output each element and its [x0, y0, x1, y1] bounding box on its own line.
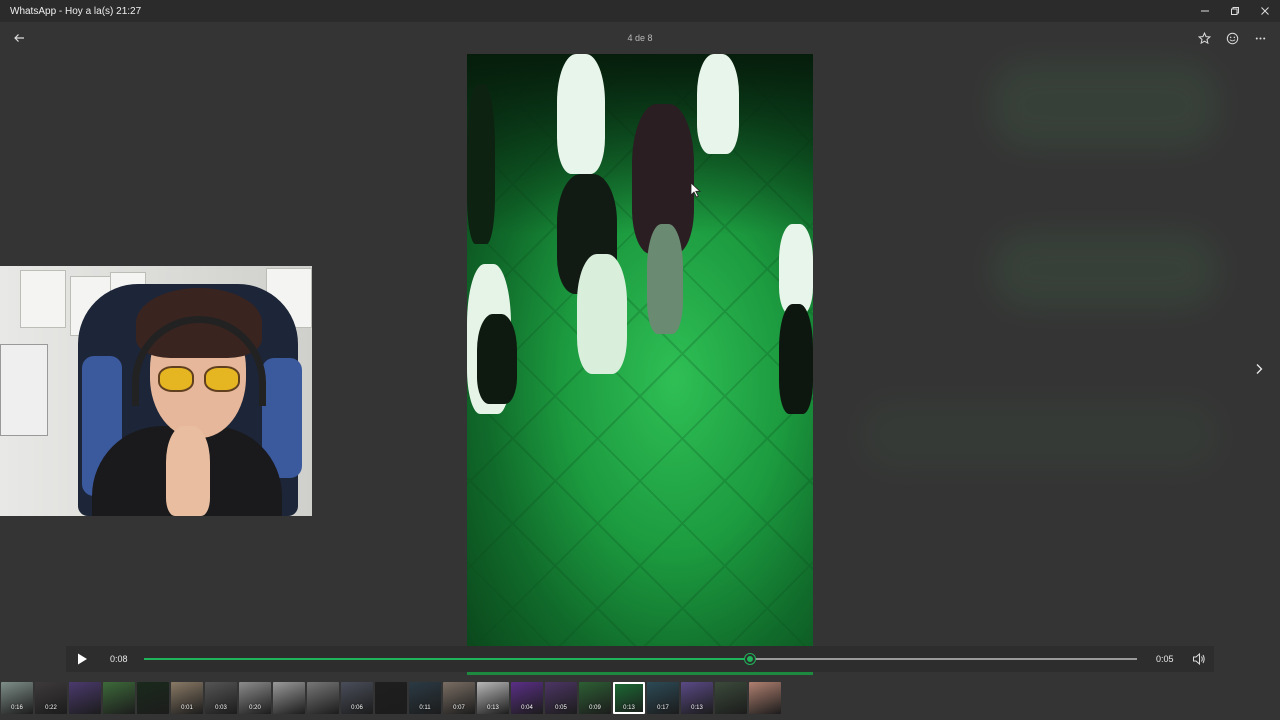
thumbnail-item[interactable]: 0:11	[409, 682, 441, 714]
thumbnail-item[interactable]	[69, 682, 101, 714]
seek-progress	[144, 658, 750, 660]
more-icon	[1255, 36, 1265, 40]
thumbnail-item[interactable]: 0:01	[171, 682, 203, 714]
video-bottom-strip	[467, 672, 813, 675]
total-time: 0:05	[1156, 654, 1174, 664]
thumbnail-duration: 0:16	[11, 705, 23, 711]
thumbnail-item[interactable]: 0:04	[511, 682, 543, 714]
thumbnail-duration: 0:11	[419, 705, 431, 711]
thumbnail-item[interactable]: 0:05	[545, 682, 577, 714]
thumbnail-item[interactable]: 0:22	[35, 682, 67, 714]
thumbnail-duration: 0:13	[623, 705, 635, 711]
thumbnail-duration: 0:09	[589, 705, 601, 711]
backdrop-blur	[990, 60, 1220, 150]
thumbnail-item[interactable]: 0:20	[239, 682, 271, 714]
header-actions	[1192, 28, 1272, 48]
thumbnail-duration: 0:17	[657, 705, 669, 711]
dancer	[647, 224, 683, 334]
thumbnail-item[interactable]: 0:09	[579, 682, 611, 714]
manga-page	[0, 344, 48, 436]
glasses-lens	[158, 366, 194, 392]
thumbnail-duration: 0:04	[521, 705, 533, 711]
thumbnail-duration: 0:01	[181, 705, 193, 711]
streamer-hands	[166, 426, 210, 516]
dancer	[557, 54, 605, 174]
seek-bar[interactable]	[144, 654, 1137, 664]
star-icon	[1197, 31, 1211, 44]
close-icon	[1261, 7, 1269, 15]
thumbnail-duration: 0:20	[249, 705, 261, 711]
thumbnail-item[interactable]: 0:13	[681, 682, 713, 714]
mouse-cursor-icon	[690, 182, 702, 198]
dancer	[467, 84, 495, 244]
backdrop-blur	[990, 230, 1220, 310]
thumbnail-duration: 0:05	[555, 705, 567, 711]
player-controls: 0:08 0:05	[66, 646, 1214, 672]
more-button[interactable]	[1248, 28, 1272, 48]
webcam-overlay	[0, 266, 312, 516]
thumbnail-duration: 0:13	[691, 705, 703, 711]
restore-button[interactable]	[1220, 0, 1250, 22]
media-thumbnail-strip: 0:16 0:22 0:01 0:03 0:20 0:06 0:11 0:07 0:13 0:04…	[0, 682, 781, 716]
star-button[interactable]	[1192, 28, 1216, 48]
thumbnail-item[interactable]	[307, 682, 339, 714]
wall-drawing	[20, 270, 66, 328]
thumbnail-duration: 0:07	[453, 705, 465, 711]
dancer	[697, 54, 739, 154]
thumbnail-duration: 0:22	[45, 705, 57, 711]
thumbnail-duration: 0:13	[487, 705, 499, 711]
thumbnail-item[interactable]: 0:16	[1, 682, 33, 714]
viewer-header: 4 de 8	[0, 22, 1280, 54]
thumbnail-item[interactable]	[749, 682, 781, 714]
dancer	[779, 224, 813, 314]
thumbnail-item[interactable]: 0:07	[443, 682, 475, 714]
thumbnail-item[interactable]	[103, 682, 135, 714]
emoji-icon	[1226, 32, 1238, 44]
video-frame[interactable]	[467, 54, 813, 646]
chevron-right-icon	[1256, 364, 1263, 374]
next-media-button[interactable]	[1250, 360, 1268, 378]
window-title: WhatsApp - Hoy a la(s) 21:27	[10, 5, 142, 17]
volume-icon[interactable]	[1192, 652, 1206, 666]
thumbnail-item[interactable]	[715, 682, 747, 714]
dancer	[477, 314, 517, 404]
thumbnail-item[interactable]	[137, 682, 169, 714]
dancer	[779, 304, 813, 414]
backdrop-blur	[860, 400, 1220, 470]
thumbnail-item[interactable]: 0:13	[613, 682, 645, 714]
minimize-button[interactable]	[1190, 0, 1220, 22]
minimize-icon	[1201, 10, 1209, 12]
whatsapp-media-viewer: WhatsApp - Hoy a la(s) 21:27 4 de 8 0:08…	[0, 0, 1280, 720]
dancer	[577, 254, 627, 374]
emoji-button[interactable]	[1220, 28, 1244, 48]
close-button[interactable]	[1250, 0, 1280, 22]
seek-handle[interactable]	[744, 654, 755, 664]
thumbnail-item[interactable]: 0:17	[647, 682, 679, 714]
thumbnail-item[interactable]: 0:03	[205, 682, 237, 714]
title-bar: WhatsApp - Hoy a la(s) 21:27	[0, 0, 1280, 22]
thumbnail-item[interactable]	[375, 682, 407, 714]
media-counter: 4 de 8	[627, 33, 653, 43]
current-time: 0:08	[110, 654, 128, 664]
thumbnail-duration: 0:03	[215, 705, 227, 711]
restore-icon	[1231, 7, 1239, 15]
thumbnail-duration: 0:06	[351, 705, 363, 711]
thumbnail-item[interactable]: 0:13	[477, 682, 509, 714]
glasses-lens	[204, 366, 240, 392]
thumbnail-item[interactable]: 0:06	[341, 682, 373, 714]
play-button[interactable]	[74, 651, 90, 667]
thumbnail-item[interactable]	[273, 682, 305, 714]
